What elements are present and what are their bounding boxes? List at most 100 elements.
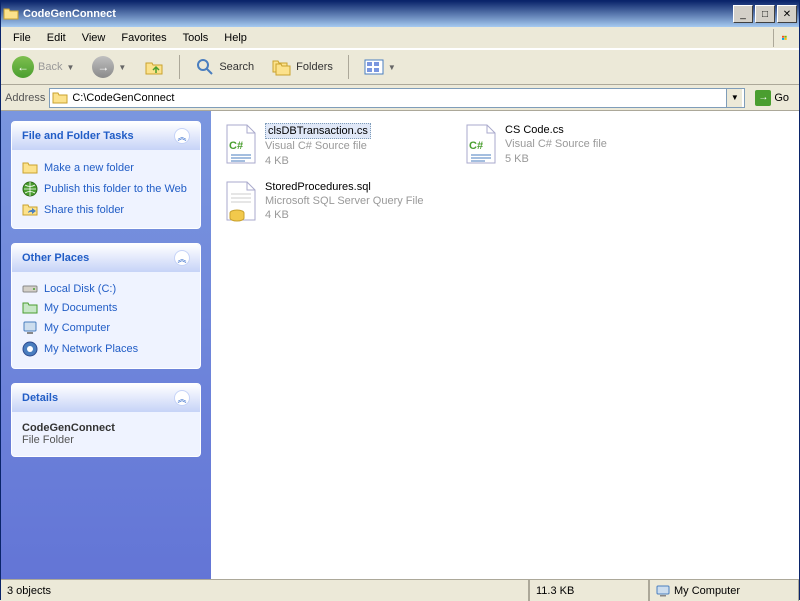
task-make-folder[interactable]: Make a new folder [22,158,190,178]
file-type: Visual C# Source file [505,137,607,151]
details-panel: Details ︽ CodeGenConnect File Folder [11,383,201,457]
other-my-computer[interactable]: My Computer [22,318,190,338]
globe-icon [22,181,38,197]
file-size: 4 KB [265,208,424,222]
tasks-panel-title: File and Folder Tasks [22,130,134,142]
details-name: CodeGenConnect [22,422,190,434]
file-item[interactable]: C#CS Code.csVisual C# Source file5 KB [461,121,681,170]
chevron-up-icon: ︽ [174,128,190,144]
address-bar: Address ▼ → Go [1,85,799,111]
content-area: File and Folder Tasks ︽ Make a new folde… [1,111,799,579]
file-text: clsDBTransaction.csVisual C# Source file… [265,123,371,168]
status-location: My Computer [649,580,799,601]
chevron-up-icon: ︽ [174,250,190,266]
menu-help[interactable]: Help [216,30,255,46]
windows-flag-icon [773,29,795,47]
details-panel-body: CodeGenConnect File Folder [12,412,200,456]
folder-icon [3,6,19,22]
window-title: CodeGenConnect [23,8,731,20]
folders-button[interactable]: Folders [265,53,340,81]
folders-label: Folders [296,61,333,73]
go-arrow-icon: → [755,90,771,106]
other-local-disk[interactable]: Local Disk (C:) [22,280,190,298]
file-type: Visual C# Source file [265,139,371,153]
address-input-wrap[interactable]: ▼ [49,88,745,108]
back-arrow-icon: ← [12,56,34,78]
status-count: 3 objects [1,580,529,601]
other-places-panel: Other Places ︽ Local Disk (C:) My Docume… [11,243,201,369]
task-share[interactable]: Share this folder [22,200,190,220]
file-text: StoredProcedures.sqlMicrosoft SQL Server… [265,180,424,223]
file-text: CS Code.csVisual C# Source file5 KB [505,123,607,168]
docs-icon [22,301,38,315]
go-button[interactable]: → Go [749,88,795,108]
folder-icon [52,91,68,105]
status-location-label: My Computer [674,585,740,597]
task-label: Share this folder [44,204,124,216]
sidebar: File and Folder Tasks ︽ Make a new folde… [1,111,211,579]
separator [348,55,349,79]
file-name: CS Code.cs [505,123,607,137]
task-label: Publish this folder to the Web [44,183,187,195]
task-label: Make a new folder [44,162,134,174]
computer-icon [22,321,38,335]
folder-up-icon [144,57,164,77]
menu-bar: File Edit View Favorites Tools Help [1,27,799,49]
chevron-up-icon: ︽ [174,390,190,406]
forward-button[interactable]: → ▼ [85,52,133,82]
file-type: Microsoft SQL Server Query File [265,194,424,208]
network-icon [22,341,38,357]
file-type-icon: C# [463,123,499,165]
other-label: My Network Places [44,343,138,355]
title-bar: CodeGenConnect _ □ ✕ [1,1,799,27]
close-button[interactable]: ✕ [777,5,797,23]
back-button[interactable]: ← Back ▼ [5,52,81,82]
menu-file[interactable]: File [5,30,39,46]
file-item[interactable]: C# clsDBTransaction.csVisual C# Source fi… [221,121,441,170]
file-type-icon [223,180,259,222]
go-label: Go [774,92,789,104]
file-item[interactable]: StoredProcedures.sqlMicrosoft SQL Server… [221,178,441,225]
file-size: 4 KB [265,154,371,168]
file-name: StoredProcedures.sql [265,180,424,194]
file-view[interactable]: C#clsDBTransaction.csVisual C# Source fi… [211,111,799,579]
other-panel-title: Other Places [22,252,89,264]
menu-view[interactable]: View [74,30,114,46]
folder-new-icon [22,161,38,175]
share-icon [22,203,38,217]
search-icon [195,57,215,77]
file-type-icon: C# [223,123,259,165]
views-button[interactable]: ▼ [357,53,403,81]
search-button[interactable]: Search [188,53,261,81]
folders-icon [272,57,292,77]
other-panel-body: Local Disk (C:) My Documents My Computer… [12,272,200,368]
file-size: 5 KB [505,152,607,166]
other-my-documents[interactable]: My Documents [22,298,190,318]
file-name: clsDBTransaction.cs [265,123,371,139]
other-label: My Documents [44,302,117,314]
chevron-down-icon: ▼ [388,63,396,72]
address-input[interactable] [68,92,726,104]
svg-text:C#: C# [229,140,243,152]
address-dropdown[interactable]: ▼ [726,89,742,107]
address-label: Address [5,92,45,104]
up-button[interactable] [137,53,171,81]
menu-edit[interactable]: Edit [39,30,74,46]
menu-tools[interactable]: Tools [175,30,217,46]
status-bar: 3 objects 11.3 KB My Computer [1,579,799,601]
minimize-button[interactable]: _ [733,5,753,23]
details-panel-header[interactable]: Details ︽ [12,384,200,412]
forward-arrow-icon: → [92,56,114,78]
tasks-panel-header[interactable]: File and Folder Tasks ︽ [12,122,200,150]
maximize-button[interactable]: □ [755,5,775,23]
menu-favorites[interactable]: Favorites [113,30,174,46]
other-panel-header[interactable]: Other Places ︽ [12,244,200,272]
status-size: 11.3 KB [529,580,649,601]
computer-icon [656,585,670,597]
other-network[interactable]: My Network Places [22,338,190,360]
chevron-down-icon: ▼ [66,63,74,72]
task-publish[interactable]: Publish this folder to the Web [22,178,190,200]
search-label: Search [219,61,254,73]
tasks-panel-body: Make a new folder Publish this folder to… [12,150,200,228]
separator [179,55,180,79]
